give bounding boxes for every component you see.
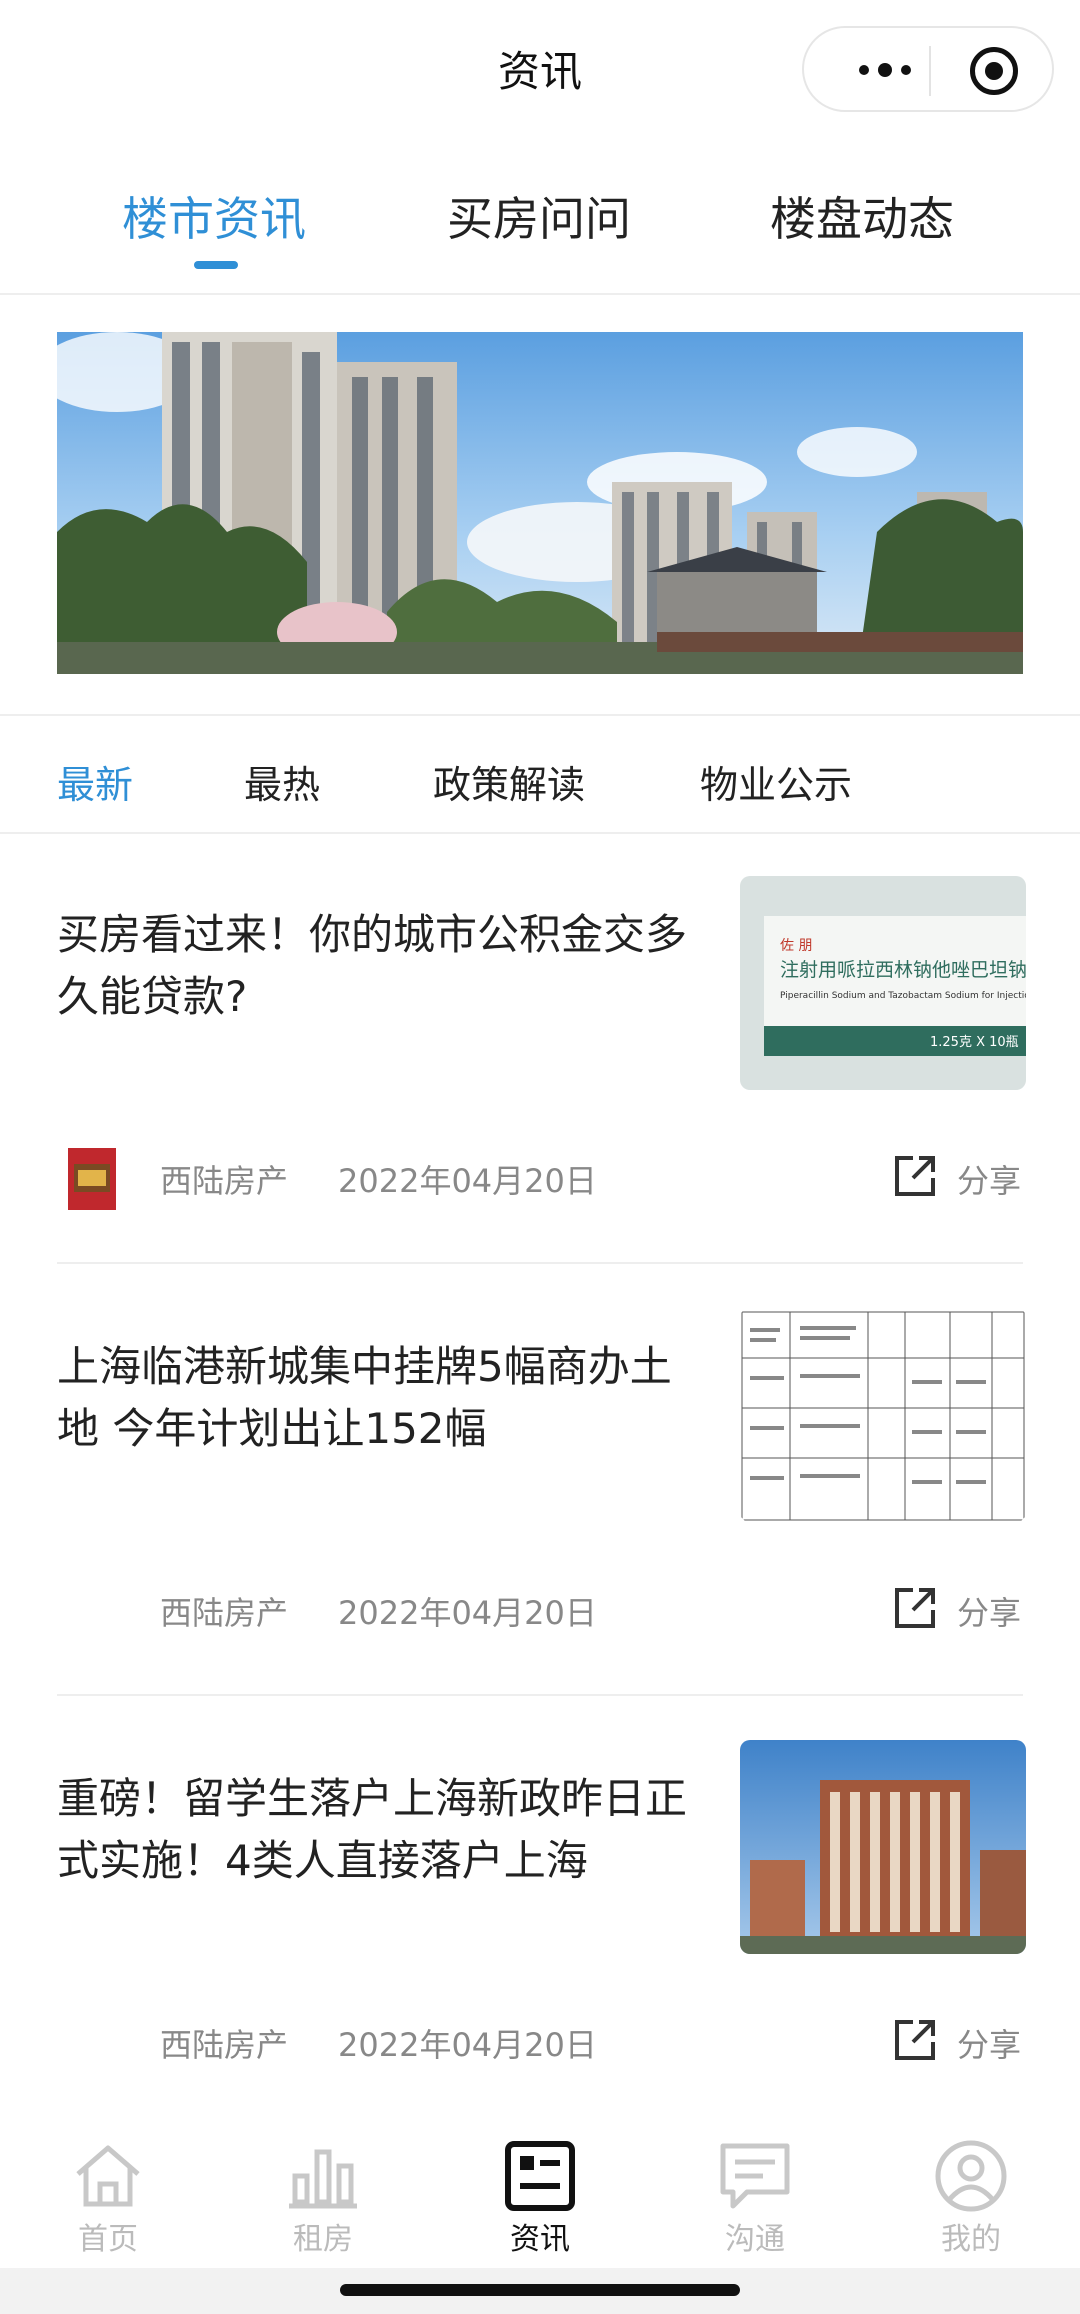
article-source: 西陆房产 bbox=[160, 1594, 289, 1632]
tab-property-updates[interactable]: 楼盘动态 bbox=[770, 183, 954, 249]
banner-image[interactable] bbox=[57, 332, 1023, 674]
thumb-drug-en: Piperacillin Sodium and Tazobactam Sodiu… bbox=[780, 991, 1026, 1001]
avatar bbox=[64, 1146, 120, 1212]
article-date: 2022年04月20日 bbox=[338, 2026, 597, 2064]
article-title[interactable]: 重磅！留学生落户上海新政昨日正式实施！4类人直接落户上海 bbox=[57, 1768, 697, 1892]
article-meta: 西陆房产 2022年04月20日 分享 bbox=[0, 1142, 1080, 1212]
thumb-spec: 1.25克 X 10瓶 bbox=[930, 1035, 1019, 1050]
thumb-brand: 佐 朋 bbox=[780, 938, 812, 954]
article-item[interactable]: 重磅！留学生落户上海新政昨日正式实施！4类人直接落户上海 西陆房产 2022年0… bbox=[0, 1698, 1080, 2128]
home-indicator[interactable] bbox=[340, 2284, 740, 2296]
share-label: 分享 bbox=[957, 2026, 1022, 2064]
share-label: 分享 bbox=[957, 1162, 1022, 1200]
share-icon bbox=[895, 1156, 935, 1196]
share-button[interactable]: 分享 bbox=[893, 2014, 1023, 2070]
article-date: 2022年04月20日 bbox=[338, 1162, 597, 1200]
home-icon bbox=[76, 2145, 140, 2207]
share-icon bbox=[895, 1588, 935, 1628]
tab-latest[interactable]: 最新 bbox=[57, 754, 133, 809]
divider bbox=[57, 1694, 1023, 1696]
tab-property-notice[interactable]: 物业公示 bbox=[700, 754, 852, 809]
article-thumbnail[interactable] bbox=[740, 1740, 1026, 1954]
article-item[interactable]: 买房看过来！你的城市公积金交多久能贷款? 佐 朋 注射用哌拉西林钠他唑巴坦钠 P… bbox=[0, 834, 1080, 1264]
nav-label: 沟通 bbox=[725, 2222, 785, 2257]
bottom-tab-bar: 首页 租房 资讯 沟通 我的 bbox=[0, 2108, 1080, 2268]
nav-label: 资讯 bbox=[510, 2222, 570, 2257]
thumb-drug-name: 注射用哌拉西林钠他唑巴坦钠 bbox=[780, 959, 1026, 981]
article-title[interactable]: 上海临港新城集中挂牌5幅商办土地 今年计划出让152幅 bbox=[57, 1336, 697, 1460]
main-tab-bar: 楼市资讯 买房问问 楼盘动态 bbox=[0, 175, 1080, 295]
bar-chart-icon bbox=[289, 2149, 357, 2209]
tab-policy[interactable]: 政策解读 bbox=[433, 754, 585, 809]
article-source: 西陆房产 bbox=[160, 1162, 289, 1200]
article-item[interactable]: 上海临港新城集中挂牌5幅商办土地 今年计划出让152幅 西陆房产 2022年04… bbox=[0, 1266, 1080, 1696]
share-icon bbox=[895, 2020, 935, 2060]
top-bar: 资讯 bbox=[0, 0, 1080, 140]
tab-hot[interactable]: 最热 bbox=[244, 754, 320, 809]
article-date: 2022年04月20日 bbox=[338, 1594, 597, 1632]
nav-rent[interactable]: 租房 bbox=[248, 2108, 398, 2268]
category-tab-bar: 最新 最热 政策解读 物业公示 bbox=[0, 716, 1080, 834]
article-meta: 西陆房产 2022年04月20日 分享 bbox=[0, 2006, 1080, 2076]
share-button[interactable]: 分享 bbox=[893, 1582, 1023, 1638]
tab-market-news[interactable]: 楼市资讯 bbox=[122, 183, 306, 249]
target-close-icon[interactable] bbox=[970, 47, 1018, 95]
nav-news[interactable]: 资讯 bbox=[465, 2108, 615, 2268]
capsule-divider bbox=[929, 46, 931, 96]
news-icon bbox=[505, 2141, 575, 2211]
more-dots-icon[interactable] bbox=[840, 48, 930, 92]
tab-buying-qa[interactable]: 买房问问 bbox=[447, 183, 631, 249]
nav-label: 首页 bbox=[78, 2222, 138, 2257]
article-meta: 西陆房产 2022年04月20日 分享 bbox=[0, 1574, 1080, 1644]
article-thumbnail[interactable] bbox=[740, 1308, 1026, 1522]
article-title[interactable]: 买房看过来！你的城市公积金交多久能贷款? bbox=[57, 904, 697, 1028]
mini-program-capsule bbox=[802, 26, 1054, 112]
divider bbox=[57, 1262, 1023, 1264]
article-thumbnail[interactable]: 佐 朋 注射用哌拉西林钠他唑巴坦钠 Piperacillin Sodium an… bbox=[740, 876, 1026, 1090]
share-button[interactable]: 分享 bbox=[893, 1150, 1023, 1206]
user-icon bbox=[935, 2140, 1007, 2212]
nav-label: 租房 bbox=[293, 2222, 353, 2257]
article-source: 西陆房产 bbox=[160, 2026, 289, 2064]
nav-label: 我的 bbox=[941, 2222, 1001, 2257]
nav-home[interactable]: 首页 bbox=[33, 2108, 183, 2268]
nav-profile[interactable]: 我的 bbox=[896, 2108, 1046, 2268]
share-label: 分享 bbox=[957, 1594, 1022, 1632]
active-tab-indicator bbox=[194, 261, 238, 269]
nav-chat[interactable]: 沟通 bbox=[680, 2108, 830, 2268]
chat-icon bbox=[720, 2143, 790, 2209]
